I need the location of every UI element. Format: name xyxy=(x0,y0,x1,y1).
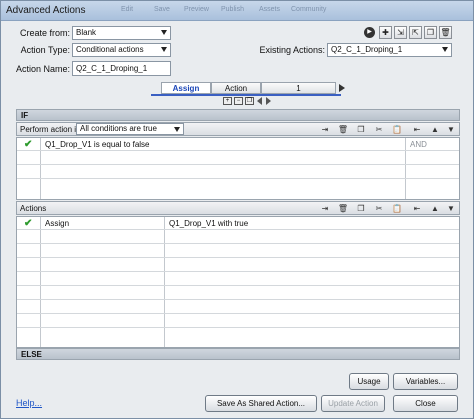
usage-button[interactable]: Usage xyxy=(349,373,389,390)
action-row[interactable]: ✔ Assign Q1_Drop_V1 with true xyxy=(17,217,459,230)
paste-row-icon[interactable]: 📋 xyxy=(391,203,403,214)
add-action-icon[interactable]: ✚ xyxy=(379,26,392,39)
cut-row-icon[interactable]: ✂ xyxy=(373,203,385,214)
advanced-actions-window: Advanced Actions Edit Save Preview Publi… xyxy=(0,0,474,419)
else-section-header[interactable]: ELSE xyxy=(16,348,460,360)
condition-row-empty[interactable] xyxy=(17,166,459,179)
insert-row-icon[interactable]: ⇥ xyxy=(319,203,331,214)
insert-before-icon[interactable]: ⇤ xyxy=(411,124,423,135)
actions-section-label: Actions xyxy=(20,204,47,213)
window-title: Advanced Actions xyxy=(6,5,86,16)
condition-row-empty[interactable] xyxy=(17,180,459,193)
help-link[interactable]: Help... xyxy=(16,398,42,408)
action-row-empty[interactable] xyxy=(17,301,459,314)
if-section-header: IF xyxy=(16,109,460,121)
add-decision-icon[interactable]: + xyxy=(223,97,232,105)
actions-toolbar: Actions ⇥ 🗑 ❐ ✂ 📋 ⇤ ▲ ▼ xyxy=(16,201,460,215)
condition-grid: ✔ Q1_Drop_V1 is equal to false AND xyxy=(16,137,460,200)
next-decision-icon[interactable] xyxy=(266,97,271,105)
action-name-label: Action Name: xyxy=(15,64,70,74)
duplicate-action-icon[interactable]: ❐ xyxy=(424,26,437,39)
chevron-down-icon xyxy=(161,30,167,35)
move-up-icon[interactable]: ▲ xyxy=(429,203,441,214)
tab-underline xyxy=(151,94,341,96)
close-button[interactable]: Close xyxy=(393,395,458,412)
perform-action-label: Perform action if: xyxy=(20,125,81,134)
insert-row-icon[interactable]: ⇥ xyxy=(319,124,331,135)
condition-mode-value: All conditions are true xyxy=(80,124,157,133)
ghost-menu-item: Preview xyxy=(184,6,209,13)
copy-decision-icon[interactable]: ❐ xyxy=(245,97,254,105)
remove-decision-icon[interactable]: − xyxy=(234,97,243,105)
delete-action-icon[interactable]: 🗑 xyxy=(439,26,452,39)
save-shared-action-button[interactable]: Save As Shared Action... xyxy=(205,395,317,412)
action-row-empty[interactable] xyxy=(17,315,459,328)
condition-text: Q1_Drop_V1 is equal to false xyxy=(45,140,150,149)
delete-row-icon[interactable]: 🗑 xyxy=(337,124,349,135)
actions-grid: ✔ Assign Q1_Drop_V1 with true xyxy=(16,216,460,348)
export-action-icon[interactable]: ⇱ xyxy=(409,26,422,39)
ghost-menu-item: Save xyxy=(154,6,170,13)
ghost-menu-item: Publish xyxy=(221,6,244,13)
action-row-empty[interactable] xyxy=(17,245,459,258)
action-row-empty[interactable] xyxy=(17,329,459,342)
action-target-cell: Q1_Drop_V1 with true xyxy=(169,219,249,228)
update-action-button[interactable]: Update Action xyxy=(321,395,385,412)
import-action-icon[interactable]: ⇲ xyxy=(394,26,407,39)
existing-actions-select[interactable]: Q2_C_1_Droping_1 xyxy=(327,43,452,57)
action-row-empty[interactable] xyxy=(17,287,459,300)
preview-play-icon[interactable]: ▶ xyxy=(364,27,375,38)
create-from-label: Create from: xyxy=(19,28,70,38)
tab-scroll-right-icon[interactable] xyxy=(339,84,345,92)
copy-row-icon[interactable]: ❐ xyxy=(355,124,367,135)
title-bar: Advanced Actions Edit Save Preview Publi… xyxy=(1,1,473,21)
ghost-menu-item: Assets xyxy=(259,6,281,13)
variables-button[interactable]: Variables... xyxy=(393,373,458,390)
tab-action[interactable]: Action xyxy=(211,82,261,94)
paste-row-icon[interactable]: 📋 xyxy=(391,124,403,135)
action-row-empty[interactable] xyxy=(17,273,459,286)
condition-mode-select[interactable]: All conditions are true xyxy=(76,123,184,135)
chevron-down-icon xyxy=(174,127,180,132)
condition-row-empty[interactable] xyxy=(17,152,459,165)
condition-operator: AND xyxy=(410,140,427,149)
move-up-icon[interactable]: ▲ xyxy=(429,124,441,135)
ghost-menu-item: Community xyxy=(291,6,327,13)
create-from-value: Blank xyxy=(76,28,97,37)
condition-toolbar: Perform action if: All conditions are tr… xyxy=(16,122,460,136)
ghost-menu-item: Edit xyxy=(121,6,134,13)
action-type-select[interactable]: Conditional actions xyxy=(72,43,171,57)
chevron-down-icon xyxy=(161,47,167,52)
action-type-value: Conditional actions xyxy=(76,45,144,54)
prev-decision-icon[interactable] xyxy=(257,97,262,105)
insert-before-icon[interactable]: ⇤ xyxy=(411,203,423,214)
create-from-select[interactable]: Blank xyxy=(72,26,171,40)
existing-actions-label: Existing Actions: xyxy=(259,45,325,55)
copy-row-icon[interactable]: ❐ xyxy=(355,203,367,214)
tab-assign[interactable]: Assign xyxy=(161,82,211,94)
tab-count[interactable]: 1 xyxy=(261,82,336,94)
existing-actions-value: Q2_C_1_Droping_1 xyxy=(331,45,403,54)
checkmark-icon[interactable]: ✔ xyxy=(24,139,32,150)
move-down-icon[interactable]: ▼ xyxy=(445,124,457,135)
chevron-down-icon xyxy=(442,47,448,52)
action-type-cell: Assign xyxy=(45,219,70,228)
move-down-icon[interactable]: ▼ xyxy=(445,203,457,214)
action-row-empty[interactable] xyxy=(17,231,459,244)
action-name-input[interactable]: Q2_C_1_Droping_1 xyxy=(72,61,171,76)
checkmark-icon[interactable]: ✔ xyxy=(24,218,32,229)
condition-row[interactable]: ✔ Q1_Drop_V1 is equal to false AND xyxy=(17,138,459,151)
action-type-label: Action Type: xyxy=(20,45,70,55)
cut-row-icon[interactable]: ✂ xyxy=(373,124,385,135)
action-row-empty[interactable] xyxy=(17,259,459,272)
delete-row-icon[interactable]: 🗑 xyxy=(337,203,349,214)
